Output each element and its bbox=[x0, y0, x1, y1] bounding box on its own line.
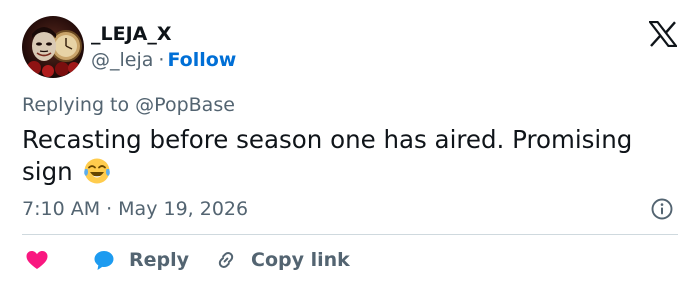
replying-to-mention[interactable]: @PopBase bbox=[135, 94, 235, 116]
reply-label: Reply bbox=[129, 249, 190, 271]
heart-icon bbox=[26, 251, 48, 269]
tweet-date[interactable]: May 19, 2026 bbox=[118, 198, 248, 220]
tweet-body: Recasting before season one has aired. P… bbox=[22, 125, 633, 186]
reply-button[interactable]: Reply bbox=[92, 246, 189, 274]
author-handle[interactable]: @_leja bbox=[91, 49, 153, 71]
timestamp: 7:10 AM · May 19, 2026 bbox=[22, 197, 248, 221]
speech-bubble-icon bbox=[94, 251, 114, 270]
link-icon bbox=[218, 252, 234, 268]
info-icon[interactable] bbox=[650, 197, 674, 221]
tweet-time[interactable]: 7:10 AM bbox=[22, 198, 100, 220]
tweet-text: Recasting before season one has aired. P… bbox=[22, 124, 682, 188]
x-logo-icon[interactable] bbox=[649, 21, 677, 47]
replying-to-prefix: Replying to bbox=[22, 94, 130, 116]
copy-link-label: Copy link bbox=[251, 249, 350, 271]
avatar[interactable] bbox=[22, 16, 84, 78]
follow-button[interactable]: Follow bbox=[167, 49, 236, 71]
author-display-name[interactable]: _LEJA_X bbox=[91, 22, 172, 46]
tweet-embed-card: _LEJA_X @_leja · Follow Replying to @PopBa… bbox=[0, 0, 700, 287]
divider bbox=[22, 234, 678, 235]
copy-link-button[interactable]: Copy link bbox=[214, 246, 350, 274]
timestamp-separator: · bbox=[106, 198, 113, 220]
like-button[interactable] bbox=[25, 246, 49, 274]
face-with-tears-of-joy-icon bbox=[82, 156, 112, 186]
handle-separator: · bbox=[158, 49, 165, 71]
avatar-image bbox=[22, 16, 84, 78]
replying-to: Replying to @PopBase bbox=[22, 93, 235, 117]
author-handle-row: @_leja · Follow bbox=[91, 48, 236, 72]
